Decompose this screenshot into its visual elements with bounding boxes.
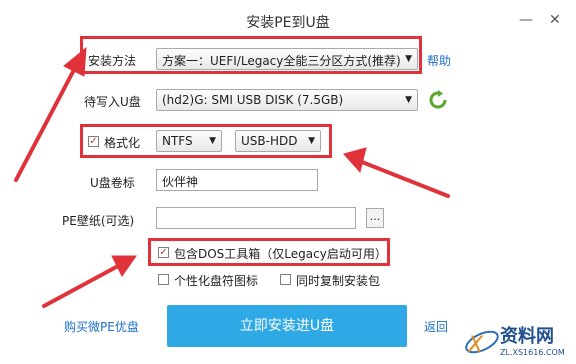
boot-mode-select[interactable]: USB-HDD ▼ <box>235 130 321 152</box>
chevron-down-icon: ▼ <box>209 136 216 146</box>
minimize-icon[interactable]: — <box>519 12 533 28</box>
wallpaper-label: PE壁纸(可选) <box>62 214 135 228</box>
format-label: 格式化 <box>104 136 141 150</box>
personalize-icon-checkbox[interactable] <box>158 274 169 285</box>
help-link[interactable]: 帮助 <box>427 52 451 69</box>
boot-mode-value: USB-HDD <box>241 134 298 148</box>
chevron-down-icon: ▼ <box>405 95 412 105</box>
copy-installer-checkbox[interactable] <box>280 274 291 285</box>
install-method-select[interactable]: 方案一：UEFI/Legacy全能三分区方式(推荐) ▼ <box>156 48 418 70</box>
buy-pe-usb-link[interactable]: 购买微PE优盘 <box>64 318 139 335</box>
watermark-brand: 资料网 <box>500 326 554 347</box>
filesystem-value: NTFS <box>162 134 193 148</box>
watermark-url: ZL.XS1616.COM <box>500 348 565 357</box>
personalize-icon-label: 个性化盘符图标 <box>174 274 259 288</box>
dos-toolbox-label: 包含DOS工具箱（仅Legacy启动可用） <box>174 247 387 261</box>
browse-button[interactable]: ... <box>366 208 384 228</box>
copy-installer-label: 同时复制安装包 <box>296 274 381 288</box>
refresh-icon[interactable] <box>428 90 448 110</box>
filesystem-select[interactable]: NTFS ▼ <box>156 130 222 152</box>
back-link[interactable]: 返回 <box>424 318 448 335</box>
svg-text:X: X <box>467 333 484 358</box>
close-icon[interactable]: ✕ <box>549 12 561 28</box>
chevron-down-icon: ▼ <box>405 54 412 64</box>
chevron-down-icon: ▼ <box>308 136 315 146</box>
install-button[interactable]: 立即安装进U盘 <box>167 305 407 347</box>
install-method-value: 方案一：UEFI/Legacy全能三分区方式(推荐) <box>162 54 401 68</box>
wallpaper-input[interactable] <box>156 207 356 229</box>
install-method-label: 安装方法 <box>88 54 137 68</box>
window-title: 安装PE到U盘 <box>246 15 330 31</box>
watermark-logo: X 资料网 ZL.XS1616.COM <box>462 316 574 364</box>
target-disk-label: 待写入U盘 <box>84 95 141 109</box>
target-disk-value: (hd2)G: SMI USB DISK (7.5GB) <box>162 93 344 107</box>
format-checkbox[interactable]: ✓ <box>88 136 99 147</box>
volume-label-label: U盘卷标 <box>90 176 135 190</box>
dos-toolbox-checkbox[interactable]: ✓ <box>158 247 169 258</box>
volume-label-input[interactable]: 伙伴神 <box>156 169 318 191</box>
target-disk-select[interactable]: (hd2)G: SMI USB DISK (7.5GB) ▼ <box>156 89 418 111</box>
